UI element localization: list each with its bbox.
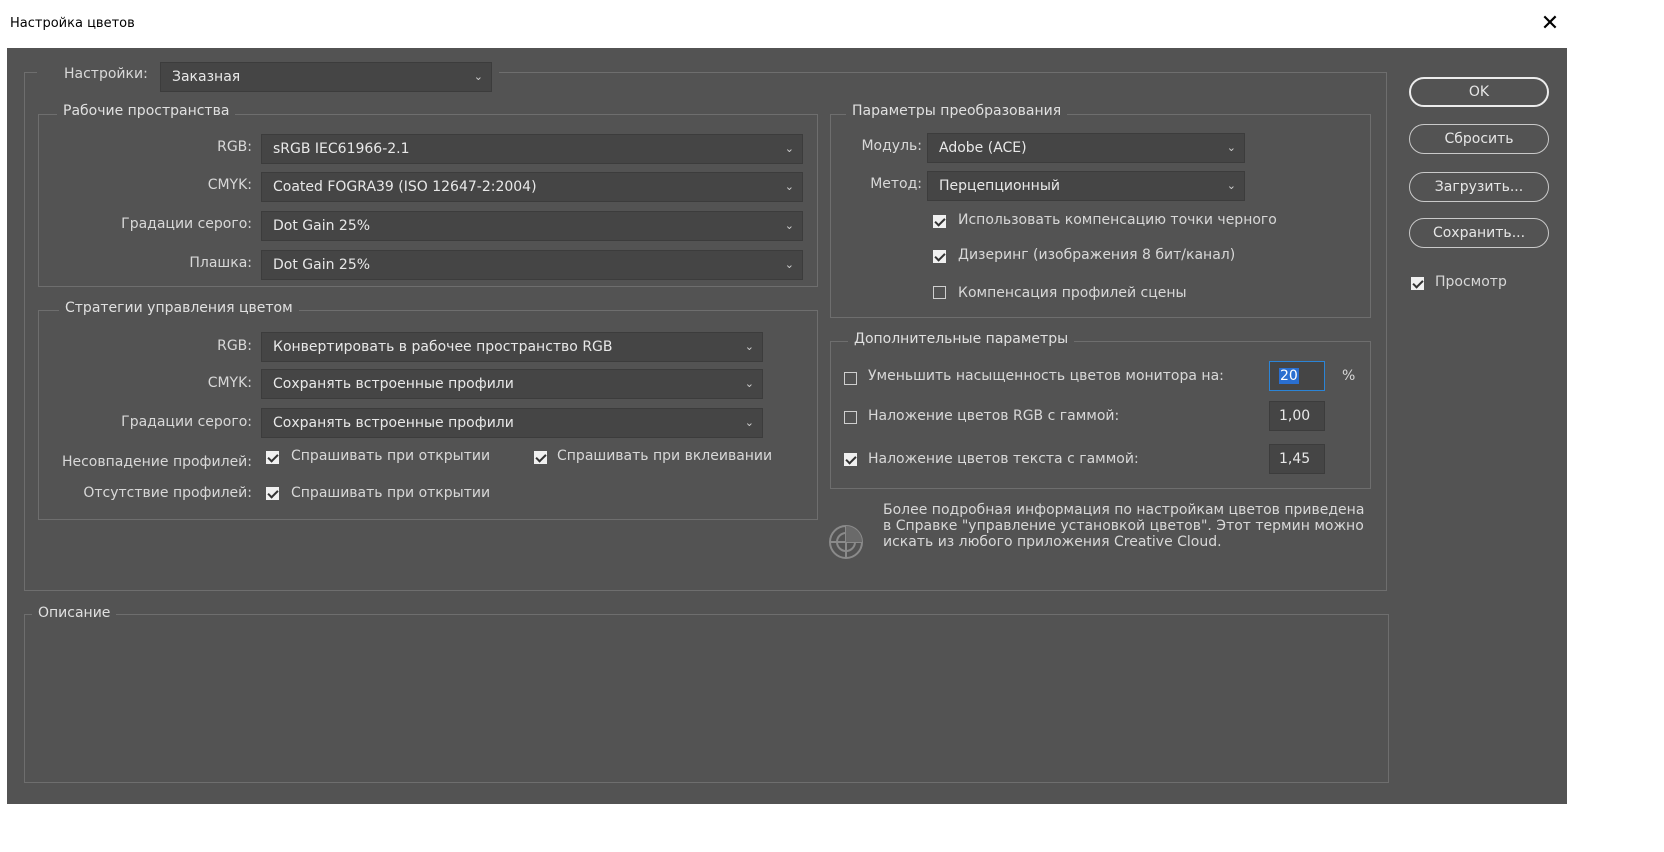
ws-gray-value: Dot Gain 25% xyxy=(273,218,371,234)
intent-label: Метод: xyxy=(870,176,922,192)
settings-value: Заказная xyxy=(172,69,241,85)
chevron-down-icon: ⌄ xyxy=(744,377,754,390)
color-settings-dialog: Настройки: Заказная ⌄ Рабочие пространст… xyxy=(7,48,1567,804)
engine-value: Adobe (ACE) xyxy=(939,140,1027,156)
ws-spot-label: Плашка: xyxy=(189,255,252,271)
engine-label: Модуль: xyxy=(861,138,922,154)
preview-label[interactable]: Просмотр xyxy=(1435,274,1507,290)
desaturate-value: 20 xyxy=(1279,368,1299,384)
reset-button[interactable]: Сбросить xyxy=(1409,124,1549,154)
window-title: Настройка цветов xyxy=(10,16,135,31)
settings-select[interactable]: Заказная ⌄ xyxy=(160,62,492,92)
description-legend: Описание xyxy=(32,605,117,621)
desaturate-label[interactable]: Уменьшить насыщенность цветов монитора н… xyxy=(868,368,1224,384)
blend-text-input[interactable]: 1,45 xyxy=(1269,444,1325,474)
desaturate-unit: % xyxy=(1342,368,1356,384)
blend-text-value: 1,45 xyxy=(1279,451,1311,467)
policy-gray-value: Сохранять встроенные профили xyxy=(273,415,514,431)
chevron-down-icon: ⌄ xyxy=(784,258,794,271)
policy-cmyk-select[interactable]: Сохранять встроенные профили ⌄ xyxy=(261,369,763,399)
policy-rgb-value: Конвертировать в рабочее пространство RG… xyxy=(273,339,613,355)
dither-label[interactable]: Дизеринг (изображения 8 бит/канал) xyxy=(958,247,1235,263)
ws-cmyk-label: CMYK: xyxy=(207,177,252,193)
engine-select[interactable]: Adobe (ACE) ⌄ xyxy=(927,133,1245,163)
missing-open-label[interactable]: Спрашивать при открытии xyxy=(291,485,490,501)
chevron-down-icon: ⌄ xyxy=(784,180,794,193)
color-info-icon xyxy=(826,522,866,562)
scene-label[interactable]: Компенсация профилей сцены xyxy=(958,285,1187,301)
ws-gray-label: Градации серого: xyxy=(121,216,252,232)
info-text: Более подробная информация по настройкам… xyxy=(883,502,1365,550)
blend-rgb-checkbox[interactable] xyxy=(844,411,857,424)
mismatch-paste-checkbox[interactable] xyxy=(534,451,547,464)
desaturate-input[interactable]: 20 xyxy=(1269,361,1325,391)
save-button[interactable]: Сохранить... xyxy=(1409,218,1549,248)
policy-rgb-select[interactable]: Конвертировать в рабочее пространство RG… xyxy=(261,332,763,362)
ws-cmyk-value: Coated FOGRA39 (ISO 12647-2:2004) xyxy=(273,179,537,195)
bpc-label[interactable]: Использовать компенсацию точки черного xyxy=(958,212,1277,228)
mismatch-label: Несовпадение профилей: xyxy=(61,454,252,470)
policy-cmyk-label: CMYK: xyxy=(207,375,252,391)
chevron-down-icon: ⌄ xyxy=(784,142,794,155)
ws-gray-select[interactable]: Dot Gain 25% ⌄ xyxy=(261,211,803,241)
advanced-legend: Дополнительные параметры xyxy=(848,331,1075,347)
scene-checkbox[interactable] xyxy=(933,286,946,299)
intent-value: Перцепционный xyxy=(939,178,1060,194)
mismatch-paste-label[interactable]: Спрашивать при вклеивании xyxy=(557,448,772,464)
title-bar: Настройка цветов ✕ xyxy=(0,0,1568,48)
description-group xyxy=(24,614,1389,783)
chevron-down-icon: ⌄ xyxy=(473,70,483,83)
blend-text-label[interactable]: Наложение цветов текста с гаммой: xyxy=(868,451,1139,467)
mismatch-open-label[interactable]: Спрашивать при открытии xyxy=(291,448,490,464)
chevron-down-icon: ⌄ xyxy=(1226,141,1236,154)
mismatch-open-checkbox[interactable] xyxy=(266,451,279,464)
policy-gray-label: Градации серого: xyxy=(121,414,252,430)
preview-checkbox[interactable] xyxy=(1411,277,1424,290)
missing-open-checkbox[interactable] xyxy=(266,487,279,500)
working-spaces-legend: Рабочие пространства xyxy=(57,103,236,119)
ws-rgb-select[interactable]: sRGB IEC61966-2.1 ⌄ xyxy=(261,134,803,164)
ws-rgb-label: RGB: xyxy=(217,139,252,155)
policy-cmyk-value: Сохранять встроенные профили xyxy=(273,376,514,392)
load-button[interactable]: Загрузить... xyxy=(1409,172,1549,202)
chevron-down-icon: ⌄ xyxy=(1226,179,1236,192)
ws-spot-select[interactable]: Dot Gain 25% ⌄ xyxy=(261,250,803,280)
blend-rgb-label[interactable]: Наложение цветов RGB с гаммой: xyxy=(868,408,1119,424)
chevron-down-icon: ⌄ xyxy=(744,340,754,353)
chevron-down-icon: ⌄ xyxy=(744,416,754,429)
intent-select[interactable]: Перцепционный ⌄ xyxy=(927,171,1245,201)
missing-label: Отсутствие профилей: xyxy=(83,485,252,501)
blend-rgb-input[interactable]: 1,00 xyxy=(1269,401,1325,431)
dither-checkbox[interactable] xyxy=(933,250,946,263)
desaturate-checkbox[interactable] xyxy=(844,372,857,385)
chevron-down-icon: ⌄ xyxy=(784,219,794,232)
conversion-legend: Параметры преобразования xyxy=(846,103,1068,119)
close-icon[interactable]: ✕ xyxy=(1536,10,1564,38)
ws-rgb-value: sRGB IEC61966-2.1 xyxy=(273,141,410,157)
policy-gray-select[interactable]: Сохранять встроенные профили ⌄ xyxy=(261,408,763,438)
policies-legend: Стратегии управления цветом xyxy=(59,300,299,316)
ok-button[interactable]: OK xyxy=(1409,77,1549,107)
ws-cmyk-select[interactable]: Coated FOGRA39 (ISO 12647-2:2004) ⌄ xyxy=(261,172,803,202)
bpc-checkbox[interactable] xyxy=(933,215,946,228)
blend-text-checkbox[interactable] xyxy=(844,453,857,466)
policy-rgb-label: RGB: xyxy=(217,338,252,354)
settings-label: Настройки: xyxy=(64,66,148,82)
ws-spot-value: Dot Gain 25% xyxy=(273,257,371,273)
blend-rgb-value: 1,00 xyxy=(1279,408,1311,424)
